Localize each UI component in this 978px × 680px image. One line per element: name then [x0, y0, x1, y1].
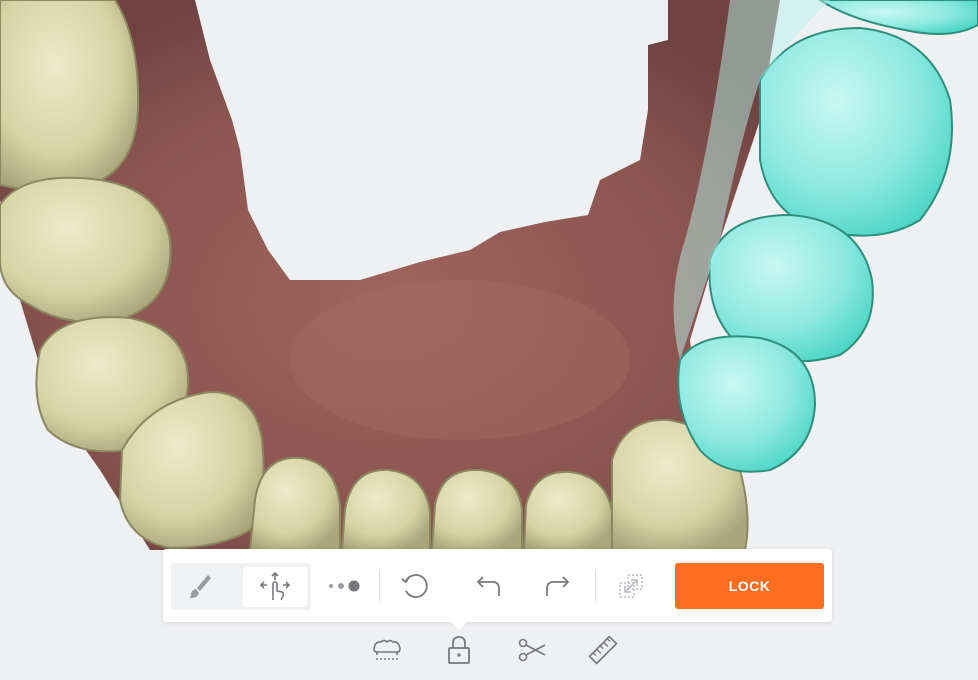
- expand-selection-button[interactable]: [611, 567, 651, 605]
- tab-jaw[interactable]: [369, 632, 405, 668]
- tab-lock[interactable]: [441, 632, 477, 668]
- tab-cut[interactable]: [513, 632, 549, 668]
- toolbar-separator: [595, 571, 596, 601]
- tab-measure[interactable]: [585, 632, 621, 668]
- lock-button[interactable]: LOCK: [675, 563, 824, 609]
- touch-move-tool-button[interactable]: [243, 567, 307, 607]
- undo-button[interactable]: [467, 567, 507, 605]
- toolbar-pointer: [449, 620, 469, 630]
- expand-selection-icon: [619, 574, 643, 598]
- brush-tool-button[interactable]: [179, 567, 221, 605]
- toolbar-separator: [379, 571, 380, 601]
- reset-rotate-icon: [401, 574, 428, 598]
- touch-move-icon: [259, 571, 291, 601]
- lock-icon: [448, 636, 470, 664]
- palate-shade: [290, 280, 630, 440]
- redo-button[interactable]: [539, 567, 579, 605]
- brush-icon: [189, 575, 211, 599]
- brush-size-button[interactable]: [323, 570, 365, 602]
- jaw-icon: [373, 639, 401, 660]
- ruler-icon: [588, 635, 618, 665]
- reset-view-button[interactable]: [396, 567, 436, 605]
- redo-icon: [546, 576, 570, 596]
- brush-size-icon: [329, 580, 360, 592]
- undo-icon: [476, 576, 500, 596]
- scissors-icon: [518, 638, 546, 662]
